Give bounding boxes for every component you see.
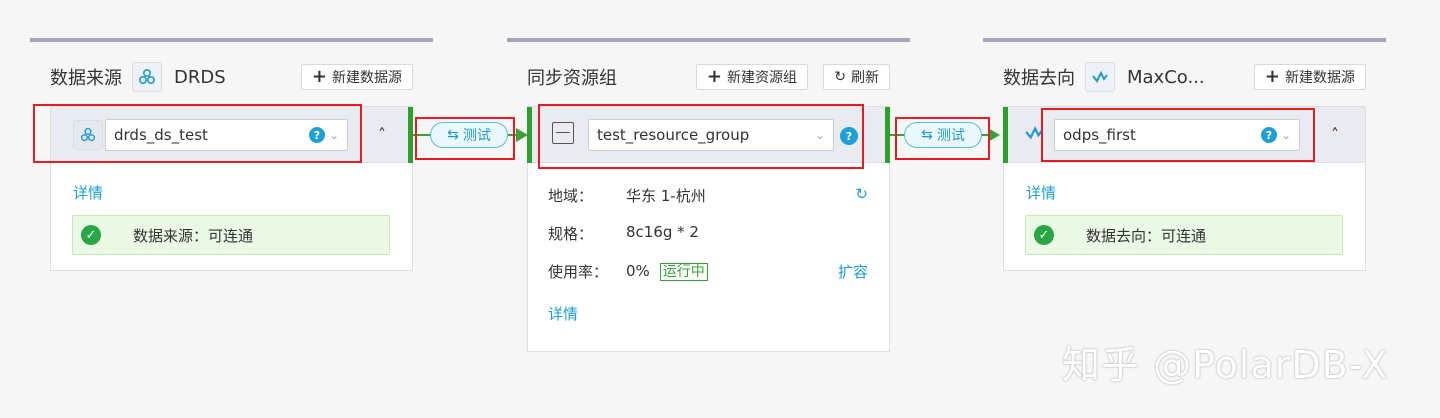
watermark: 知乎 @PolarDB-X	[1062, 343, 1389, 387]
target-type-name: MaxCo...	[1127, 66, 1205, 88]
highlight-test-1	[415, 117, 515, 160]
expand-link[interactable]: 扩容	[838, 261, 868, 282]
highlight-test-2	[895, 117, 990, 160]
check-circle-icon: ✓	[1034, 225, 1054, 245]
highlight-source-select	[33, 104, 362, 163]
refresh-button[interactable]: ↻ 刷新	[823, 64, 890, 90]
resource-left-bar	[527, 107, 532, 163]
spec-row: 规格： 8c16g * 2	[548, 223, 868, 243]
resource-header: 同步资源组 + 新建资源组 ↻ 刷新	[527, 62, 890, 92]
source-status-text: 数据来源：可连通	[133, 226, 254, 245]
source-topbar	[30, 38, 433, 42]
plus-icon: +	[1264, 66, 1280, 87]
region-label: 地域：	[548, 187, 594, 205]
resource-panel: 同步资源组 + 新建资源组 ↻ 刷新 test_resource_group ⌄…	[507, 38, 910, 358]
usage-row: 使用率： 0% 运行中 扩容	[548, 261, 868, 283]
source-type-name: DRDS	[174, 66, 226, 88]
collapse-chevron-icon[interactable]: ˄	[1331, 125, 1339, 144]
new-datasource-button[interactable]: + 新建数据源	[1253, 64, 1366, 90]
usage-label: 使用率：	[548, 263, 609, 281]
target-status-box: ✓ 数据去向：可连通	[1025, 215, 1343, 255]
source-header: 数据来源 DRDS + 新建数据源	[50, 62, 413, 92]
drds-icon	[132, 62, 162, 92]
new-datasource-button[interactable]: + 新建数据源	[300, 64, 413, 90]
refresh-icon[interactable]: ↻	[855, 185, 868, 203]
highlight-target-select	[1041, 108, 1315, 162]
usage-value: 0%	[626, 262, 650, 280]
new-datasource-label: 新建数据源	[332, 70, 402, 86]
source-status-box: ✓ 数据来源：可连通	[72, 215, 390, 255]
target-topbar	[983, 38, 1386, 42]
refresh-icon: ↻	[834, 69, 846, 85]
plus-icon: +	[311, 66, 327, 87]
source-title: 数据来源	[50, 68, 122, 89]
resource-title: 同步资源组	[527, 68, 617, 89]
new-resource-group-label: 新建资源组	[727, 70, 797, 86]
target-panel: 数据去向 MaxCo... + 新建数据源 odps_first ? ⌄ ˄ 详	[983, 38, 1386, 288]
check-circle-icon: ✓	[81, 225, 101, 245]
target-left-bar	[1003, 107, 1008, 163]
resource-topbar	[507, 38, 910, 42]
source-details-link[interactable]: 详情	[73, 182, 103, 203]
target-details-link[interactable]: 详情	[1026, 182, 1056, 203]
highlight-resource-select	[538, 104, 864, 169]
new-datasource-label: 新建数据源	[1285, 70, 1355, 86]
source-panel: 数据来源 DRDS + 新建数据源 drds_ds_test ? ⌄ ˄ 详情	[30, 38, 433, 288]
spec-value: 8c16g * 2	[626, 223, 699, 241]
spec-label: 规格：	[548, 225, 594, 243]
new-resource-group-button[interactable]: + 新建资源组	[695, 64, 808, 90]
region-value: 华东 1-杭州	[626, 187, 706, 205]
target-status-text: 数据去向：可连通	[1086, 226, 1207, 245]
maxcompute-icon	[1085, 62, 1115, 92]
target-header: 数据去向 MaxCo... + 新建数据源	[1003, 62, 1366, 92]
target-title: 数据去向	[1003, 68, 1075, 89]
resource-details-link[interactable]: 详情	[548, 303, 578, 324]
usage-value-wrap: 0% 运行中	[626, 261, 708, 281]
plus-icon: +	[706, 66, 722, 87]
collapse-chevron-icon[interactable]: ˄	[378, 125, 386, 144]
region-row: 地域： 华东 1-杭州 ↻	[548, 185, 868, 205]
running-status-badge: 运行中	[659, 263, 708, 281]
refresh-label: 刷新	[851, 70, 879, 86]
